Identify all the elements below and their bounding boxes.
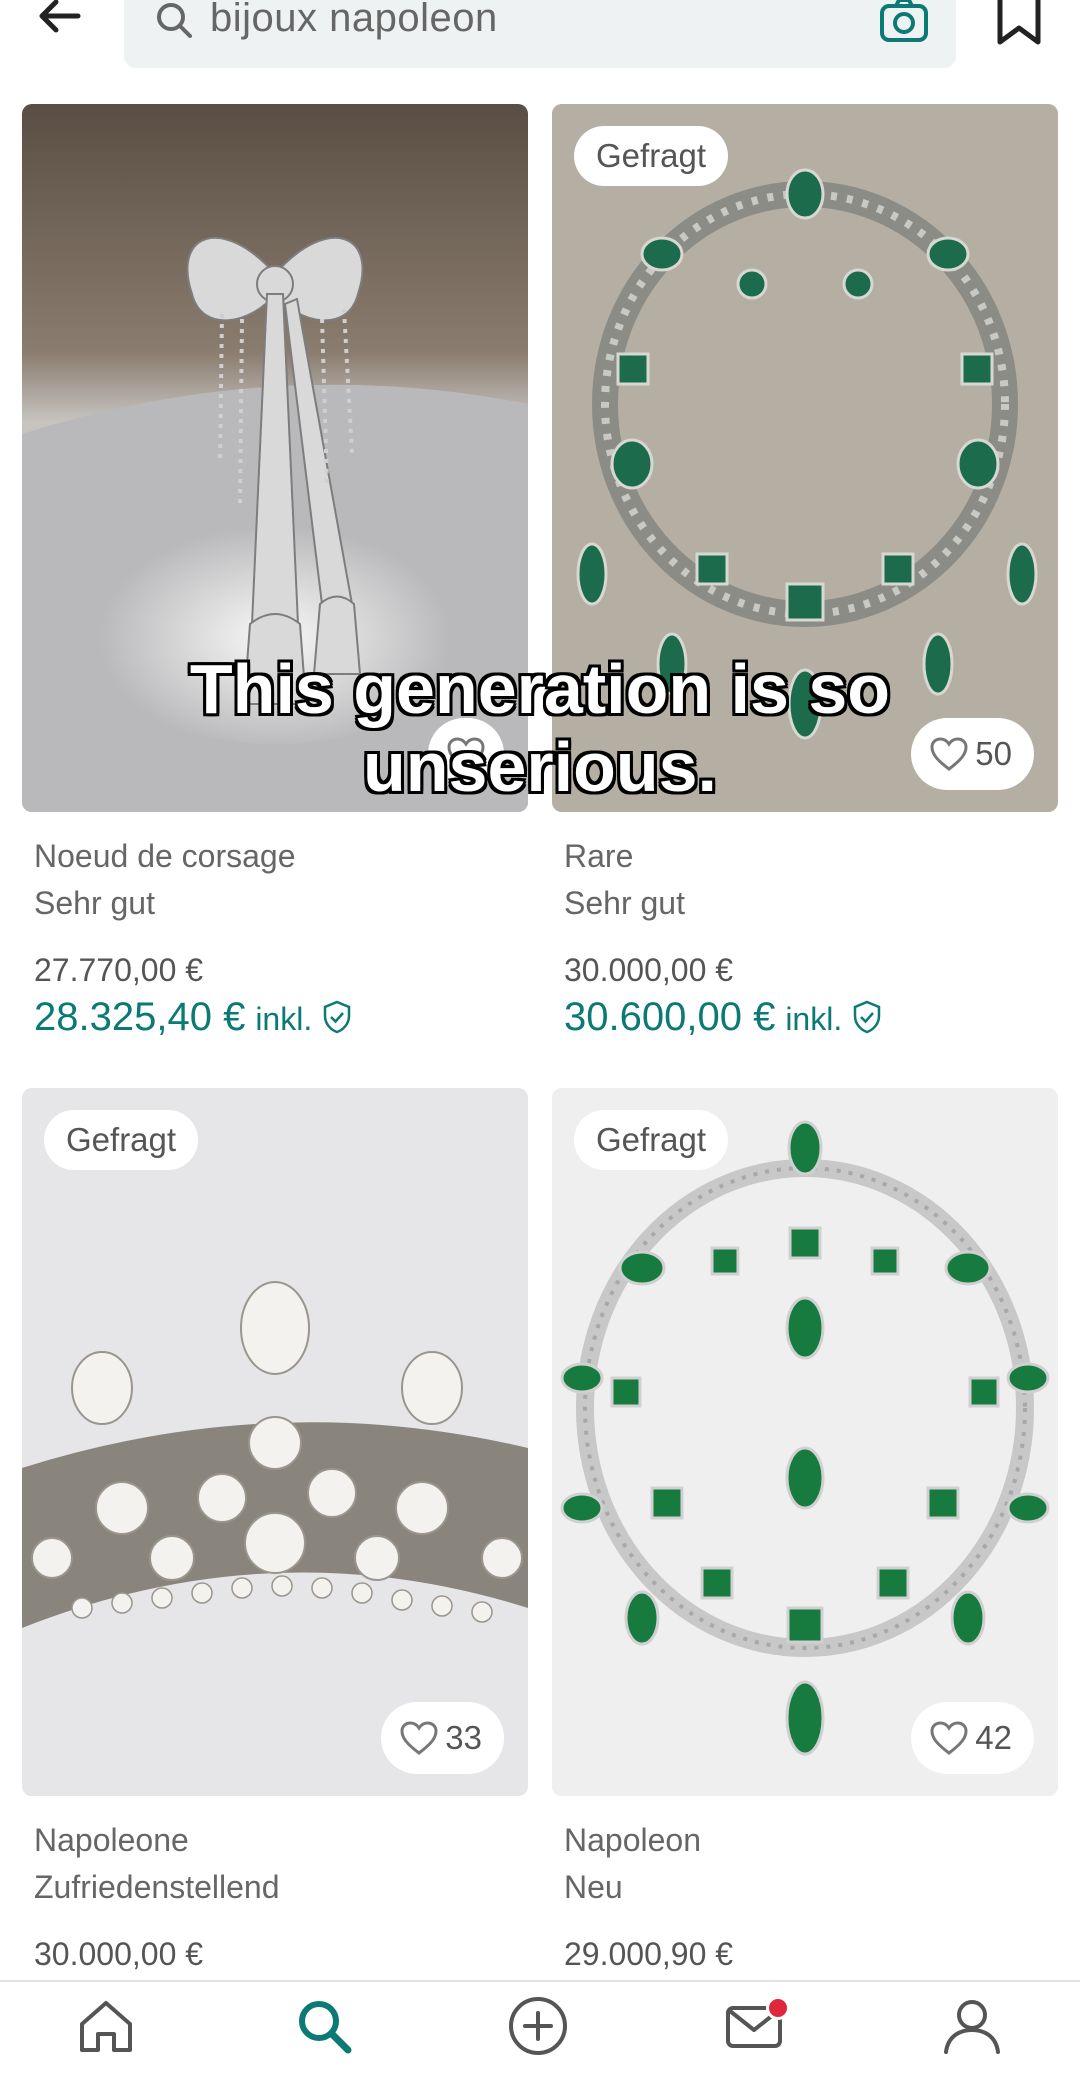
favorite-button[interactable]: 42 — [911, 1702, 1034, 1774]
nav-home[interactable] — [46, 1994, 166, 2092]
product-card[interactable]: Gefragt 42 Napoleon Neu 29.000,90 € — [552, 1088, 1058, 1973]
product-title: Noeud de corsage — [34, 838, 296, 874]
product-image[interactable]: Gefragt 33 — [22, 1088, 528, 1796]
product-price: 30.000,00 € — [564, 952, 734, 988]
favorite-button[interactable]: 33 — [381, 1702, 504, 1774]
back-arrow-icon[interactable] — [30, 0, 90, 46]
bookmark-icon[interactable] — [992, 0, 1046, 48]
search-icon — [299, 2001, 352, 2054]
shield-check-icon — [323, 1000, 351, 1034]
total-price-value: 30.600,00 € — [564, 995, 776, 1039]
product-title: Napoleone — [34, 1822, 189, 1858]
product-card[interactable]: Noeud de corsage Sehr gut 27.770,00 € 28… — [22, 104, 528, 1040]
profile-icon — [944, 2000, 1000, 2054]
product-card[interactable]: Gefragt 50 Rare Sehr gut 30.000,00 € 30.… — [552, 104, 1058, 1040]
favorite-count: 42 — [975, 1719, 1012, 1756]
search-icon — [152, 0, 196, 42]
product-condition: Neu — [564, 1869, 623, 1905]
nav-sell[interactable] — [478, 1994, 598, 2092]
product-price: 30.000,00 € — [34, 1936, 204, 1972]
nav-inbox[interactable] — [694, 1994, 814, 2092]
product-price: 27.770,00 € — [34, 952, 204, 988]
nav-profile[interactable] — [912, 1994, 1032, 2092]
caption-line: unserious. — [363, 728, 717, 806]
plus-circle-icon — [509, 1997, 567, 2055]
total-price-value: 28.325,40 € — [34, 995, 246, 1039]
favorite-count: 33 — [445, 1719, 482, 1756]
product-title: Rare — [564, 838, 634, 874]
product-title: Napoleon — [564, 1822, 701, 1858]
product-condition: Sehr gut — [34, 885, 155, 921]
heart-icon — [400, 1721, 438, 1755]
product-price: 29.000,90 € — [564, 1936, 734, 1972]
search-query: bijoux napoleon — [210, 0, 498, 40]
product-image[interactable]: Gefragt 42 — [552, 1088, 1058, 1796]
incl-label: inkl. — [785, 1001, 843, 1037]
search-input[interactable]: bijoux napoleon — [124, 0, 956, 68]
popular-badge: Gefragt — [574, 126, 729, 186]
caption-line: This generation is so — [189, 650, 891, 728]
nav-search[interactable] — [264, 1994, 384, 2092]
home-icon — [80, 2001, 132, 2052]
product-condition: Zufriedenstellend — [34, 1869, 280, 1905]
popular-badge: Gefragt — [44, 1110, 199, 1170]
notification-dot — [766, 1996, 790, 2020]
product-condition: Sehr gut — [564, 885, 685, 921]
product-card[interactable]: Gefragt 33 Napoleone Zufriedenstellend 3… — [22, 1088, 528, 1973]
bottom-navigation — [0, 1980, 1080, 2092]
top-bar: bijoux napoleon — [0, 0, 1080, 80]
heart-icon — [930, 1721, 968, 1755]
incl-label: inkl. — [255, 1001, 313, 1037]
popular-badge: Gefragt — [574, 1110, 729, 1170]
shield-check-icon — [853, 1000, 881, 1034]
product-total-price[interactable]: 30.600,00 € inkl. — [564, 995, 1058, 1040]
product-total-price[interactable]: 28.325,40 € inkl. — [34, 995, 528, 1040]
camera-icon[interactable] — [878, 0, 930, 46]
video-caption: This generation is so unserious. — [0, 650, 1080, 806]
